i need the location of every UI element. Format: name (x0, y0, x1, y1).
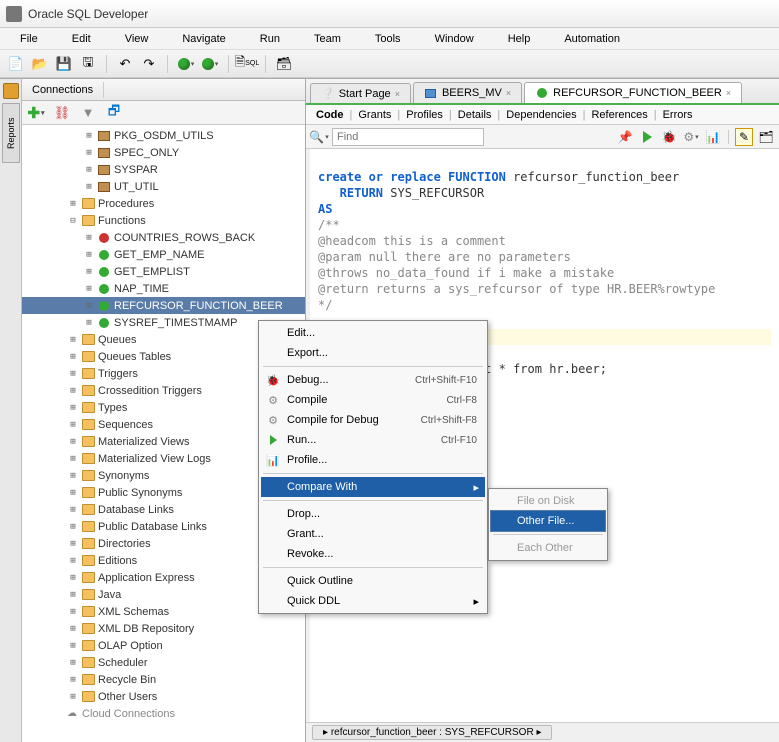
tree-node-ut-util[interactable]: ⊞UT_UTIL (22, 178, 305, 195)
find-bar: 🔍▾ 📌 🐞 ⚙▾ 📊 ✎ 🗂 (306, 125, 779, 149)
tree-node-cloud[interactable]: ☁Cloud Connections (22, 705, 305, 722)
open-icon[interactable]: 📂 (30, 54, 50, 74)
actions-icon[interactable]: 🗂 (757, 128, 775, 146)
tree-node-fn-emp-name[interactable]: ⊞GET_EMP_NAME (22, 246, 305, 263)
subtab-code[interactable]: Code (312, 108, 348, 122)
tree-node-procedures[interactable]: ⊞Procedures (22, 195, 305, 212)
menubar: File Edit View Navigate Run Team Tools W… (0, 28, 779, 50)
new-icon[interactable]: 📄 (6, 54, 26, 74)
ctx-sub-other-file[interactable]: Other File... (491, 511, 605, 531)
breadcrumb[interactable]: ▸ refcursor_function_beer : SYS_REFCURSO… (312, 725, 552, 740)
menu-run[interactable]: Run (244, 31, 296, 47)
editor-subtabs: Code| Grants| Profiles| Details| Depende… (306, 105, 779, 125)
ctx-profile[interactable]: 📊Profile... (261, 450, 485, 470)
tree-node-pkg-osdm[interactable]: ⊞PKG_OSDM_UTILS (22, 127, 305, 144)
toolbar: 📄 📂 💾 🖫 ↶ ↷ ▾ ▾ 🗎SQL 🗃 (0, 50, 779, 78)
ctx-quick-ddl[interactable]: Quick DDL▸ (261, 591, 485, 611)
refresh-icon[interactable]: 🗗 (104, 103, 124, 123)
subtab-profiles[interactable]: Profiles (402, 108, 447, 122)
tab-refcursor[interactable]: REFCURSOR_FUNCTION_BEER× (524, 82, 742, 103)
search-icon[interactable]: 🔍▾ (310, 128, 328, 146)
tab-start-page[interactable]: ❔Start Page× (310, 83, 411, 103)
tree-node-fn-countries[interactable]: ⊞COUNTRIES_ROWS_BACK (22, 229, 305, 246)
editor-tabs: ❔Start Page× BEERS_MV× REFCURSOR_FUNCTIO… (306, 79, 779, 105)
menu-help[interactable]: Help (492, 31, 547, 47)
ctx-grant[interactable]: Grant... (261, 524, 485, 544)
ctx-sub-file-on-disk: File on Disk (491, 491, 605, 511)
tns-icon[interactable]: ⛓ (52, 103, 72, 123)
pin-icon[interactable]: 📌 (616, 128, 634, 146)
ctx-compile-debug[interactable]: ⚙Compile for DebugCtrl+Shift-F8 (261, 410, 485, 430)
new-connection-icon[interactable]: ✚▾ (26, 103, 46, 123)
ctx-drop[interactable]: Drop... (261, 504, 485, 524)
compile-icon[interactable]: ⚙▾ (682, 128, 700, 146)
tree-node-syspar[interactable]: ⊞SYSPAR (22, 161, 305, 178)
connections-toolbar: ✚▾ ⛓ ▼ 🗗 (22, 101, 305, 125)
ctx-revoke[interactable]: Revoke... (261, 544, 485, 564)
find-input[interactable] (332, 128, 484, 146)
ctx-sub-each-other: Each Other (491, 538, 605, 558)
menu-navigate[interactable]: Navigate (166, 31, 241, 47)
menu-file[interactable]: File (4, 31, 54, 47)
tree-node-fn-nap[interactable]: ⊞NAP_TIME (22, 280, 305, 297)
context-submenu-compare: File on Disk Other File... Each Other (488, 488, 608, 561)
ctx-quick-outline[interactable]: Quick Outline (261, 571, 485, 591)
redo-icon[interactable]: ↷ (139, 54, 159, 74)
edit-icon[interactable]: ✎ (735, 128, 753, 146)
filter-icon[interactable]: ▼ (78, 103, 98, 123)
undo-icon[interactable]: ↶ (115, 54, 135, 74)
run-icon[interactable] (638, 128, 656, 146)
db-icon[interactable]: 🗃 (274, 54, 294, 74)
subtab-dependencies[interactable]: Dependencies (502, 108, 580, 122)
tree-node-olap[interactable]: ⊞OLAP Option (22, 637, 305, 654)
connections-tab[interactable]: Connections (22, 82, 104, 98)
debug-icon[interactable]: 🐞 (660, 128, 678, 146)
tree-node-fn-emplist[interactable]: ⊞GET_EMPLIST (22, 263, 305, 280)
subtab-references[interactable]: References (587, 108, 651, 122)
back-icon[interactable]: ▾ (176, 54, 196, 74)
ctx-compare-with[interactable]: Compare With▸ (261, 477, 485, 497)
ctx-run[interactable]: Run...Ctrl-F10 (261, 430, 485, 450)
forward-icon[interactable]: ▾ (200, 54, 220, 74)
tree-node-fn-refcursor[interactable]: ⊞REFCURSOR_FUNCTION_BEER (22, 297, 305, 314)
subtab-details[interactable]: Details (454, 108, 496, 122)
profile-icon[interactable]: 📊 (704, 128, 722, 146)
left-tab-strip: Reports (0, 79, 22, 742)
window-title: Oracle SQL Developer (28, 7, 148, 21)
menu-window[interactable]: Window (419, 31, 490, 47)
app-icon (6, 6, 22, 22)
subtab-grants[interactable]: Grants (354, 108, 395, 122)
menu-view[interactable]: View (109, 31, 165, 47)
save-all-icon[interactable]: 🖫 (78, 54, 98, 74)
save-icon[interactable]: 💾 (54, 54, 74, 74)
ctx-compile[interactable]: ⚙CompileCtrl-F8 (261, 390, 485, 410)
tree-node-other-users[interactable]: ⊞Other Users (22, 688, 305, 705)
menu-edit[interactable]: Edit (56, 31, 107, 47)
tree-node-recycle[interactable]: ⊞Recycle Bin (22, 671, 305, 688)
tree-node-functions[interactable]: ⊟Functions (22, 212, 305, 229)
status-bar: ▸ refcursor_function_beer : SYS_REFCURSO… (306, 722, 779, 742)
reports-tab[interactable]: Reports (2, 103, 20, 163)
menu-tools[interactable]: Tools (359, 31, 417, 47)
reports-icon[interactable] (3, 83, 19, 99)
subtab-errors[interactable]: Errors (659, 108, 697, 122)
tree-node-xml-db[interactable]: ⊞XML DB Repository (22, 620, 305, 637)
context-menu: Edit... Export... 🐞Debug...Ctrl+Shift-F1… (258, 320, 488, 614)
menu-automation[interactable]: Automation (548, 31, 636, 47)
ctx-export[interactable]: Export... (261, 343, 485, 363)
ctx-edit[interactable]: Edit... (261, 323, 485, 343)
ctx-debug[interactable]: 🐞Debug...Ctrl+Shift-F10 (261, 370, 485, 390)
tab-beers-mv[interactable]: BEERS_MV× (413, 82, 522, 103)
titlebar: Oracle SQL Developer (0, 0, 779, 28)
tree-node-scheduler[interactable]: ⊞Scheduler (22, 654, 305, 671)
menu-team[interactable]: Team (298, 31, 357, 47)
sql-icon[interactable]: 🗎SQL (237, 54, 257, 74)
tree-node-spec-only[interactable]: ⊞SPEC_ONLY (22, 144, 305, 161)
